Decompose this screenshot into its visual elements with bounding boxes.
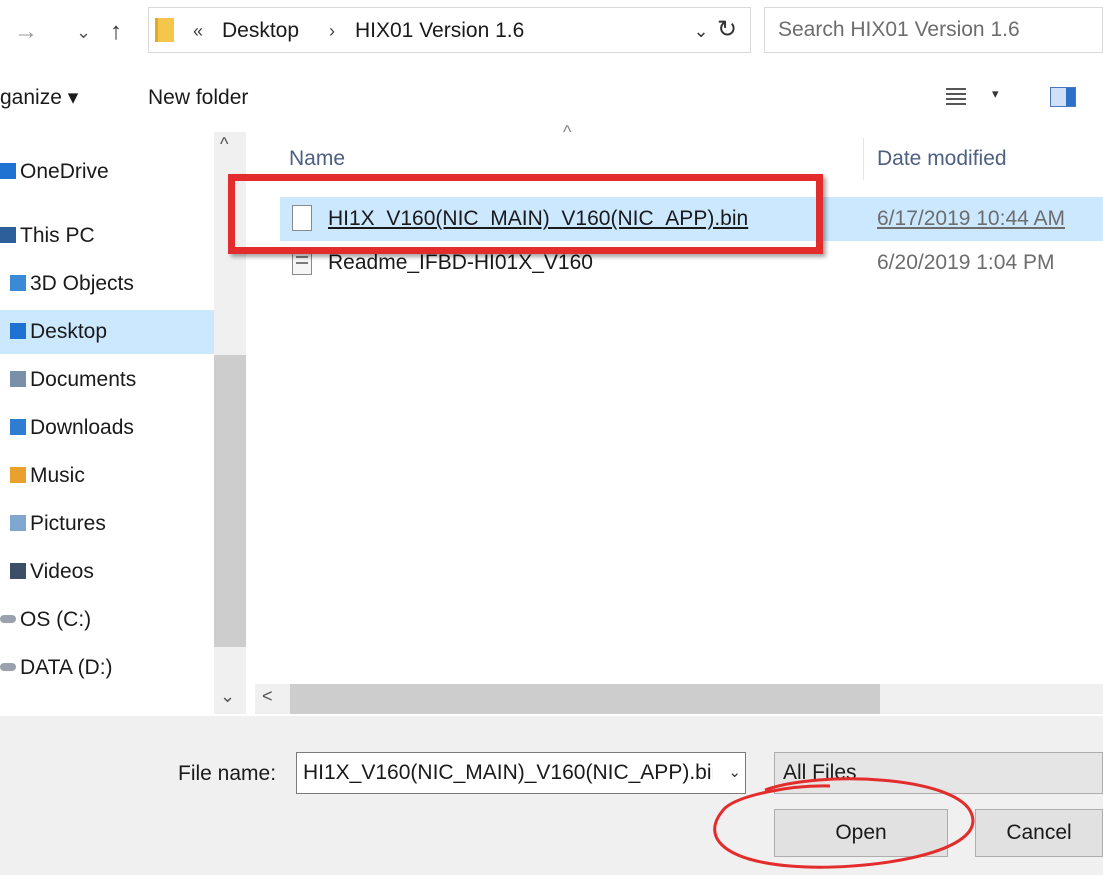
nav-item-label: OneDrive bbox=[20, 160, 109, 183]
nav-item-label: OS (C:) bbox=[20, 608, 92, 631]
search-input[interactable] bbox=[765, 8, 1098, 52]
file-date-modified: 6/17/2019 10:44 AM bbox=[877, 207, 1065, 230]
desktop-icon bbox=[10, 323, 26, 339]
download-icon bbox=[10, 419, 26, 435]
column-header-name[interactable]: Name bbox=[289, 140, 345, 178]
computer-icon bbox=[0, 227, 16, 243]
file-name-combobox[interactable]: ⌄ bbox=[296, 752, 746, 794]
drive-icon bbox=[0, 615, 16, 623]
horizontal-scrollbar-thumb[interactable] bbox=[290, 684, 880, 714]
cube-icon bbox=[10, 275, 26, 291]
nav-item-documents[interactable]: Documents bbox=[0, 358, 136, 402]
file-name-dropdown-icon[interactable]: ⌄ bbox=[728, 753, 741, 793]
scroll-left-icon[interactable]: < bbox=[262, 686, 273, 707]
nav-item-label: This PC bbox=[20, 224, 95, 247]
column-header-date-modified[interactable]: Date modified bbox=[877, 140, 1007, 178]
nav-item-videos[interactable]: Videos bbox=[0, 550, 94, 594]
nav-item-label: DATA (D:) bbox=[20, 656, 113, 679]
nav-item-label: Documents bbox=[30, 368, 137, 391]
refresh-icon[interactable]: ↻ bbox=[709, 8, 745, 52]
nav-item-music[interactable]: Music bbox=[0, 454, 85, 498]
file-type-select[interactable]: All Files bbox=[774, 752, 1103, 794]
nav-item-label: Desktop bbox=[30, 320, 108, 343]
red-highlight-box bbox=[228, 174, 823, 254]
forward-arrow-icon[interactable]: → bbox=[14, 14, 38, 50]
search-box[interactable] bbox=[764, 7, 1103, 53]
drive-icon bbox=[0, 663, 16, 671]
nav-item-label: Videos bbox=[30, 560, 94, 583]
nav-item-this-pc[interactable]: This PC bbox=[0, 214, 95, 258]
nav-scroll-down-icon[interactable]: ⌄ bbox=[220, 686, 235, 707]
nav-item-label: Music bbox=[30, 464, 85, 487]
nav-item-data-d[interactable]: DATA (D:) bbox=[0, 646, 113, 690]
recent-locations-dropdown-icon[interactable]: ⌄ bbox=[76, 14, 91, 50]
nav-item-pictures[interactable]: Pictures bbox=[0, 502, 106, 546]
file-name-label: File name: bbox=[178, 762, 277, 785]
nav-item-desktop[interactable]: Desktop bbox=[0, 310, 222, 354]
nav-item-3d-objects[interactable]: 3D Objects bbox=[0, 262, 134, 306]
file-type-value: All Files bbox=[783, 761, 857, 784]
view-dropdown-icon[interactable]: ▾ bbox=[992, 86, 999, 102]
breadcrumb-overflow[interactable]: « bbox=[193, 8, 203, 54]
open-button[interactable]: Open bbox=[774, 809, 948, 857]
picture-icon bbox=[10, 515, 26, 531]
file-date-modified: 6/20/2019 1:04 PM bbox=[877, 251, 1055, 274]
nav-item-downloads[interactable]: Downloads bbox=[0, 406, 134, 450]
address-bar[interactable]: « Desktop › HIX01 Version 1.6 ⌄ ↻ bbox=[148, 7, 751, 53]
breadcrumb-separator[interactable]: › bbox=[329, 8, 335, 54]
preview-pane-icon[interactable] bbox=[1050, 87, 1076, 107]
nav-item-label: Pictures bbox=[30, 512, 106, 535]
nav-item-onedrive[interactable]: OneDrive bbox=[0, 150, 109, 194]
new-folder-button[interactable]: New folder bbox=[148, 80, 248, 116]
nav-scrollbar-thumb[interactable] bbox=[214, 355, 246, 647]
nav-item-label: Downloads bbox=[30, 416, 134, 439]
music-icon bbox=[10, 467, 26, 483]
cancel-button[interactable]: Cancel bbox=[975, 809, 1103, 857]
up-arrow-icon[interactable]: ↑ bbox=[110, 14, 122, 50]
nav-scroll-up-icon[interactable]: ^ bbox=[220, 134, 228, 155]
file-name-input[interactable] bbox=[297, 753, 713, 793]
folder-icon bbox=[155, 18, 174, 42]
nav-item-label: 3D Objects bbox=[30, 272, 134, 295]
column-divider[interactable] bbox=[863, 138, 864, 180]
document-icon bbox=[10, 371, 26, 387]
breadcrumb-desktop[interactable]: Desktop bbox=[222, 8, 299, 54]
film-icon bbox=[10, 563, 26, 579]
view-options-icon[interactable] bbox=[946, 87, 966, 109]
breadcrumb-current-folder[interactable]: HIX01 Version 1.6 bbox=[355, 8, 524, 54]
cloud-icon bbox=[0, 163, 16, 179]
nav-item-os-c[interactable]: OS (C:) bbox=[0, 598, 91, 642]
sort-ascending-icon: ^ bbox=[563, 122, 572, 142]
organize-menu[interactable]: ganize ▾ bbox=[0, 80, 78, 116]
